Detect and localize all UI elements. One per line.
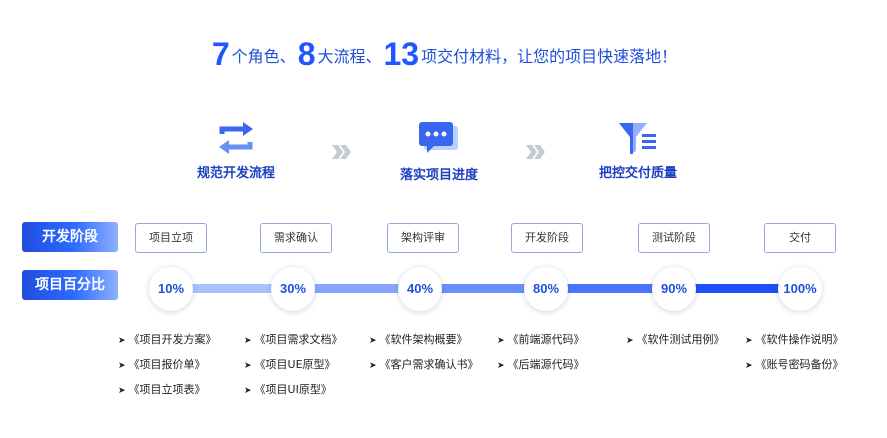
bullet-arrow-icon: ➤	[118, 361, 126, 371]
bullet-arrow-icon: ➤	[118, 336, 126, 346]
deliverables-development: ➤ 《前端源代码》 ➤ 《后端源代码》	[497, 328, 627, 378]
feature-label: 规范开发流程	[196, 166, 275, 181]
list-item: ➤ 《软件操作说明》	[745, 333, 844, 346]
feature-quality-control: 把控交付质量	[558, 120, 718, 181]
percent-circle-40: 40%	[398, 267, 442, 311]
headline-text-processes: 大流程、	[317, 47, 382, 66]
list-item: ➤ 《后端源代码》	[497, 358, 585, 371]
percent-circle-30: 30%	[271, 267, 315, 311]
bullet-arrow-icon: ➤	[244, 361, 252, 371]
bullet-arrow-icon: ➤	[244, 336, 252, 346]
deliverables-requirements: ➤ 《项目需求文档》 ➤ 《项目UE原型》 ➤ 《项目UI原型》	[244, 328, 374, 403]
list-item: ➤ 《项目UI原型》	[244, 383, 332, 396]
chat-bubble-icon	[419, 122, 458, 153]
headline-number-materials: 13	[383, 36, 420, 72]
list-item: ➤ 《账号密码备份》	[745, 358, 844, 371]
feature-label: 把控交付质量	[598, 166, 677, 181]
deliverables-delivery: ➤ 《软件操作说明》 ➤ 《账号密码备份》	[745, 328, 875, 378]
feature-track-progress: 落实项目进度	[359, 120, 519, 183]
percent-row-label: 项目百分比	[22, 270, 118, 300]
headline-number-processes: 8	[297, 36, 316, 72]
stage-requirement-confirmation: 需求确认	[260, 223, 332, 253]
list-item: ➤ 《软件架构概要》	[369, 333, 468, 346]
bullet-arrow-icon: ➤	[626, 336, 634, 346]
percent-circle-100: 100%	[778, 267, 822, 311]
percent-circle-90: 90%	[652, 267, 696, 311]
bullet-arrow-icon: ➤	[497, 336, 505, 346]
stage-row-label: 开发阶段	[22, 222, 118, 252]
deliverables-architecture: ➤ 《软件架构概要》 ➤ 《客户需求确认书》	[369, 328, 499, 378]
stage-architecture-review: 架构评审	[387, 223, 459, 253]
bullet-arrow-icon: ➤	[497, 361, 505, 371]
stage-delivery: 交付	[764, 223, 836, 253]
bullet-arrow-icon: ➤	[369, 336, 377, 346]
bullet-arrow-icon: ➤	[745, 336, 753, 346]
headline: 7 个角色、8 大流程、13 项交付材料，让您的项目快速落地！	[0, 36, 887, 73]
deliverables-initiation: ➤ 《项目开发方案》 ➤ 《项目报价单》 ➤ 《项目立项表》	[118, 328, 248, 403]
funnel-filter-icon	[619, 123, 656, 154]
bullet-arrow-icon: ➤	[745, 361, 753, 371]
cycle-arrows-icon	[219, 122, 253, 154]
list-item: ➤ 《项目需求文档》	[244, 333, 343, 346]
percent-circle-80: 80%	[524, 267, 568, 311]
stage-development: 开发阶段	[511, 223, 583, 253]
list-item: ➤ 《项目立项表》	[118, 383, 206, 396]
list-item: ➤ 《前端源代码》	[497, 333, 585, 346]
list-item: ➤ 《项目开发方案》	[118, 333, 217, 346]
double-chevron-icon	[332, 145, 351, 159]
bullet-arrow-icon: ➤	[369, 361, 377, 371]
percent-circle-10: 10%	[149, 267, 193, 311]
double-chevron-icon	[526, 145, 545, 159]
list-item: ➤ 《项目UE原型》	[244, 358, 336, 371]
headline-number-roles: 7	[211, 36, 230, 72]
bullet-arrow-icon: ➤	[118, 386, 126, 396]
list-item: ➤ 《软件测试用例》	[626, 333, 725, 346]
bullet-arrow-icon: ➤	[244, 386, 252, 396]
headline-text-materials: 项交付材料，让您的项目快速落地！	[421, 47, 678, 66]
headline-text-roles: 个角色、	[231, 47, 296, 66]
deliverables-testing: ➤ 《软件测试用例》	[626, 328, 756, 353]
feature-label: 落实项目进度	[399, 168, 478, 183]
feature-standard-process: 规范开发流程	[156, 120, 316, 181]
stage-testing: 测试阶段	[638, 223, 710, 253]
list-item: ➤ 《项目报价单》	[118, 358, 206, 371]
list-item: ➤ 《客户需求确认书》	[369, 358, 479, 371]
stage-project-initiation: 项目立项	[135, 223, 207, 253]
